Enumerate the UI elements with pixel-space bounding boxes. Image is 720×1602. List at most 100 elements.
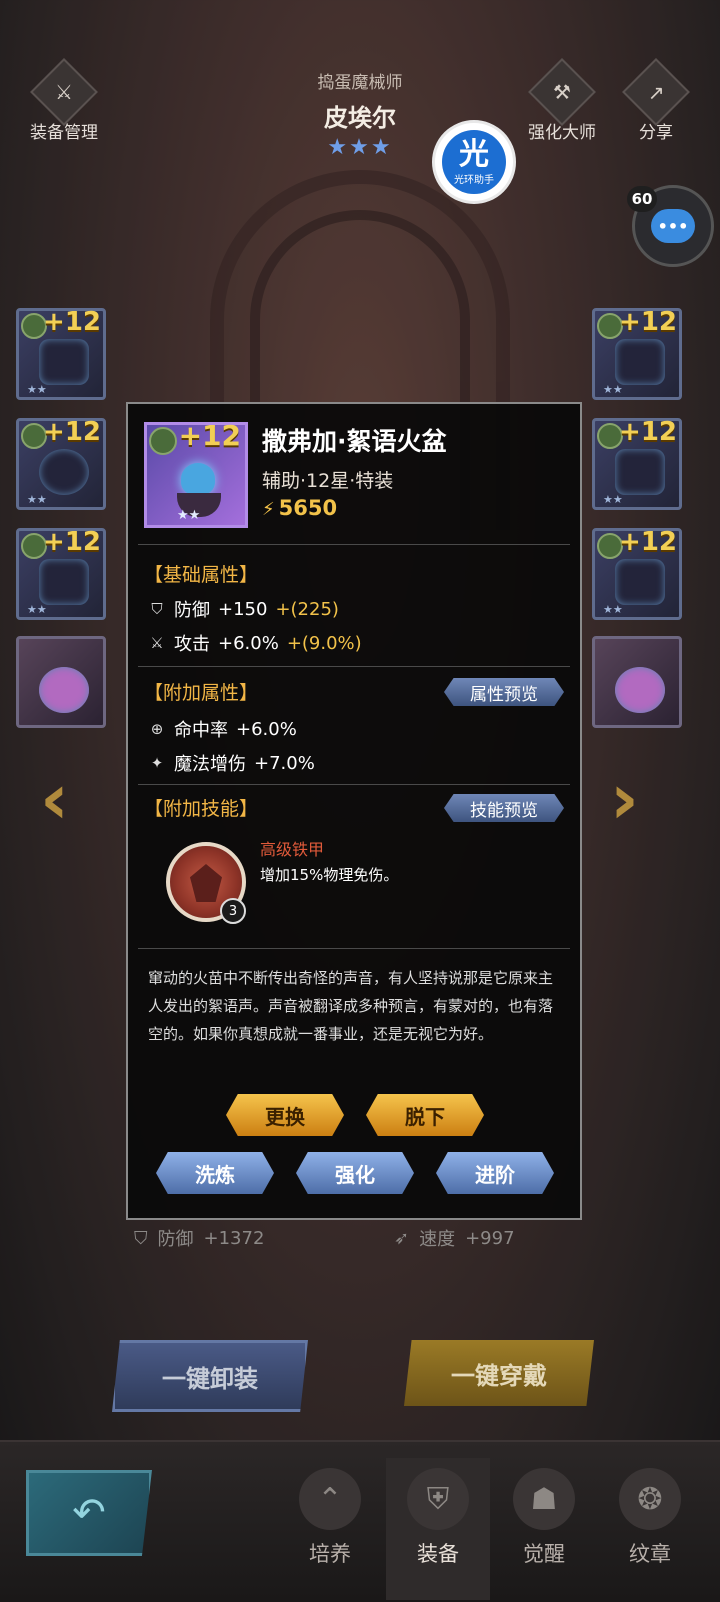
item-icon: +12 ★★ — [144, 419, 248, 528]
shield-icon: ⛉ — [151, 600, 163, 618]
advance-button[interactable]: 进阶 — [436, 1152, 554, 1194]
slot-level: +12 — [43, 307, 101, 337]
armor-icon: ⛨ — [407, 1468, 469, 1530]
stat-value: +1372 — [203, 1227, 265, 1249]
skill-desc: 增加15%物理免伤。 — [260, 866, 399, 884]
slot-level: +12 — [619, 417, 677, 447]
hammer-icon: ⚒ — [528, 58, 596, 126]
slot-stars: ★★ — [27, 603, 47, 616]
divider — [138, 544, 570, 545]
attr-label: 命中率 — [174, 720, 228, 741]
gear-slot-helmet[interactable]: +12 ★★ — [592, 527, 682, 620]
slot-stars: ★★ — [603, 493, 623, 506]
extra-skill-title: 【附加技能】 — [144, 798, 259, 820]
chat-bubble-icon: ••• — [651, 209, 695, 243]
nav-tab-label: 觉醒 — [523, 1542, 565, 1566]
skill-name: 高级铁甲 — [260, 840, 325, 859]
crosshair-icon: ⊕ — [150, 720, 164, 738]
unequip-all-button[interactable]: 一键卸装 — [112, 1340, 308, 1412]
attr-value: +150 — [218, 598, 268, 620]
back-arrow-icon: ↶ — [72, 1490, 106, 1536]
helmet-icon — [615, 559, 665, 605]
attr-value: +7.0% — [254, 752, 315, 774]
slot-level: +12 — [619, 527, 677, 557]
extra-attrs-title: 【附加属性】 — [144, 682, 259, 704]
replace-button[interactable]: 更换 — [226, 1094, 344, 1136]
attr-label: 魔法增伤 — [174, 754, 246, 775]
skill-level-badge: 3 — [220, 898, 246, 924]
item-gem-icon — [149, 427, 177, 455]
halo-badge-label: 光环助手 — [454, 174, 494, 186]
attr-label: 攻击 — [174, 634, 210, 655]
attr-bonus: +(9.0%) — [286, 632, 362, 654]
nav-tab-cultivate[interactable]: ⌃ 培养 — [278, 1458, 382, 1600]
back-button[interactable]: ↶ — [26, 1470, 152, 1556]
enhance-button[interactable]: 强化 — [296, 1152, 414, 1194]
halo-assistant-badge[interactable]: 光 光环助手 — [432, 120, 516, 204]
attr-bonus: +(225) — [275, 598, 339, 620]
slot-level: +12 — [619, 307, 677, 337]
attr-row-attack: ⚔ 攻击 +6.0% +(9.0%) — [148, 630, 362, 656]
nav-tab-awaken[interactable]: ☗ 觉醒 — [492, 1458, 596, 1600]
round-shield-icon — [39, 449, 89, 495]
refine-button[interactable]: 洗炼 — [156, 1152, 274, 1194]
remove-button[interactable]: 脱下 — [366, 1094, 484, 1136]
shield-icon: ⛉ — [134, 1227, 148, 1249]
next-hero-arrow-icon[interactable]: › — [610, 758, 639, 840]
item-meta: 辅助·12星·特装 — [262, 470, 394, 492]
nav-tab-label: 培养 — [309, 1542, 351, 1566]
divider — [138, 666, 570, 667]
ring-icon — [615, 667, 665, 713]
stat-label: 防御 — [157, 1229, 194, 1250]
gear-slot-cloak[interactable]: +12 ★★ — [592, 417, 682, 510]
ring-icon — [39, 667, 89, 713]
item-power-value: 5650 — [278, 496, 338, 520]
chat-button[interactable]: 60 ••• — [627, 185, 714, 267]
equip-all-button[interactable]: 一键穿戴 — [404, 1340, 594, 1406]
player-level-badge: 60 — [627, 186, 657, 212]
attr-value: +6.0% — [218, 632, 279, 654]
share-icon: ↗ — [622, 58, 690, 126]
nav-tab-emblem[interactable]: ❂ 纹章 — [598, 1458, 702, 1600]
cloak-icon — [615, 449, 665, 495]
attr-label: 防御 — [174, 600, 210, 621]
divider — [138, 948, 570, 949]
attr-row-defense: ⛉ 防御 +150 +(225) — [148, 596, 339, 622]
attr-value: +6.0% — [236, 718, 297, 740]
attr-preview-button[interactable]: 属性预览 — [444, 678, 564, 706]
brazier-icon — [39, 559, 89, 605]
gear-slot-brazier[interactable]: +12 ★★ — [16, 527, 106, 620]
chevron-up-icon: ⌃ — [299, 1468, 361, 1530]
gear-slot-ring[interactable] — [16, 636, 106, 728]
hooded-figure-icon: ☗ — [513, 1468, 575, 1530]
slot-stars: ★★ — [603, 383, 623, 396]
previous-hero-arrow-icon[interactable]: ‹ — [40, 758, 69, 840]
hero-stat-speed: ➶ 速度 +997 — [394, 1225, 515, 1251]
gear-slot-armor[interactable]: +12 ★★ — [592, 307, 682, 400]
wing-icon: ➶ — [394, 1227, 410, 1249]
armor-icon — [615, 339, 665, 385]
share-button[interactable]: ↗ 分享 — [596, 58, 716, 143]
slot-level: +12 — [43, 417, 101, 447]
nav-tab-equipment[interactable]: ⛨ 装备 — [386, 1458, 490, 1600]
nav-tab-label: 装备 — [417, 1542, 459, 1566]
item-stars: ★★ — [177, 508, 201, 523]
halo-badge-glyph: 光 — [459, 136, 489, 172]
gear-slot-shield[interactable]: +12 ★★ — [16, 417, 106, 510]
stat-value: +997 — [465, 1227, 515, 1249]
slot-level: +12 — [43, 527, 101, 557]
nav-tab-label: 纹章 — [629, 1542, 671, 1566]
gear-slot-weapon[interactable]: +12 ★★ — [16, 307, 106, 400]
swords-icon: ⚔ — [150, 634, 164, 652]
blue-flame-icon — [181, 463, 215, 495]
item-name: 撒弗加·絮语火盆 — [262, 427, 447, 456]
skill-preview-button[interactable]: 技能预览 — [444, 794, 564, 822]
gear-slot-ring-2[interactable] — [592, 636, 682, 728]
armor-emblem-icon — [190, 864, 222, 902]
power-icon: ⚡ — [262, 499, 275, 520]
attr-row-hit-rate: ⊕ 命中率 +6.0% — [148, 716, 297, 742]
item-lore: 窜动的火苗中不断传出奇怪的声音，有人坚持说那是它原来主人发出的絮语声。声音被翻译… — [148, 969, 554, 1043]
weapon-icon — [39, 339, 89, 385]
base-attrs-title: 【基础属性】 — [144, 564, 259, 586]
item-power: ⚡ 5650 — [262, 496, 337, 520]
